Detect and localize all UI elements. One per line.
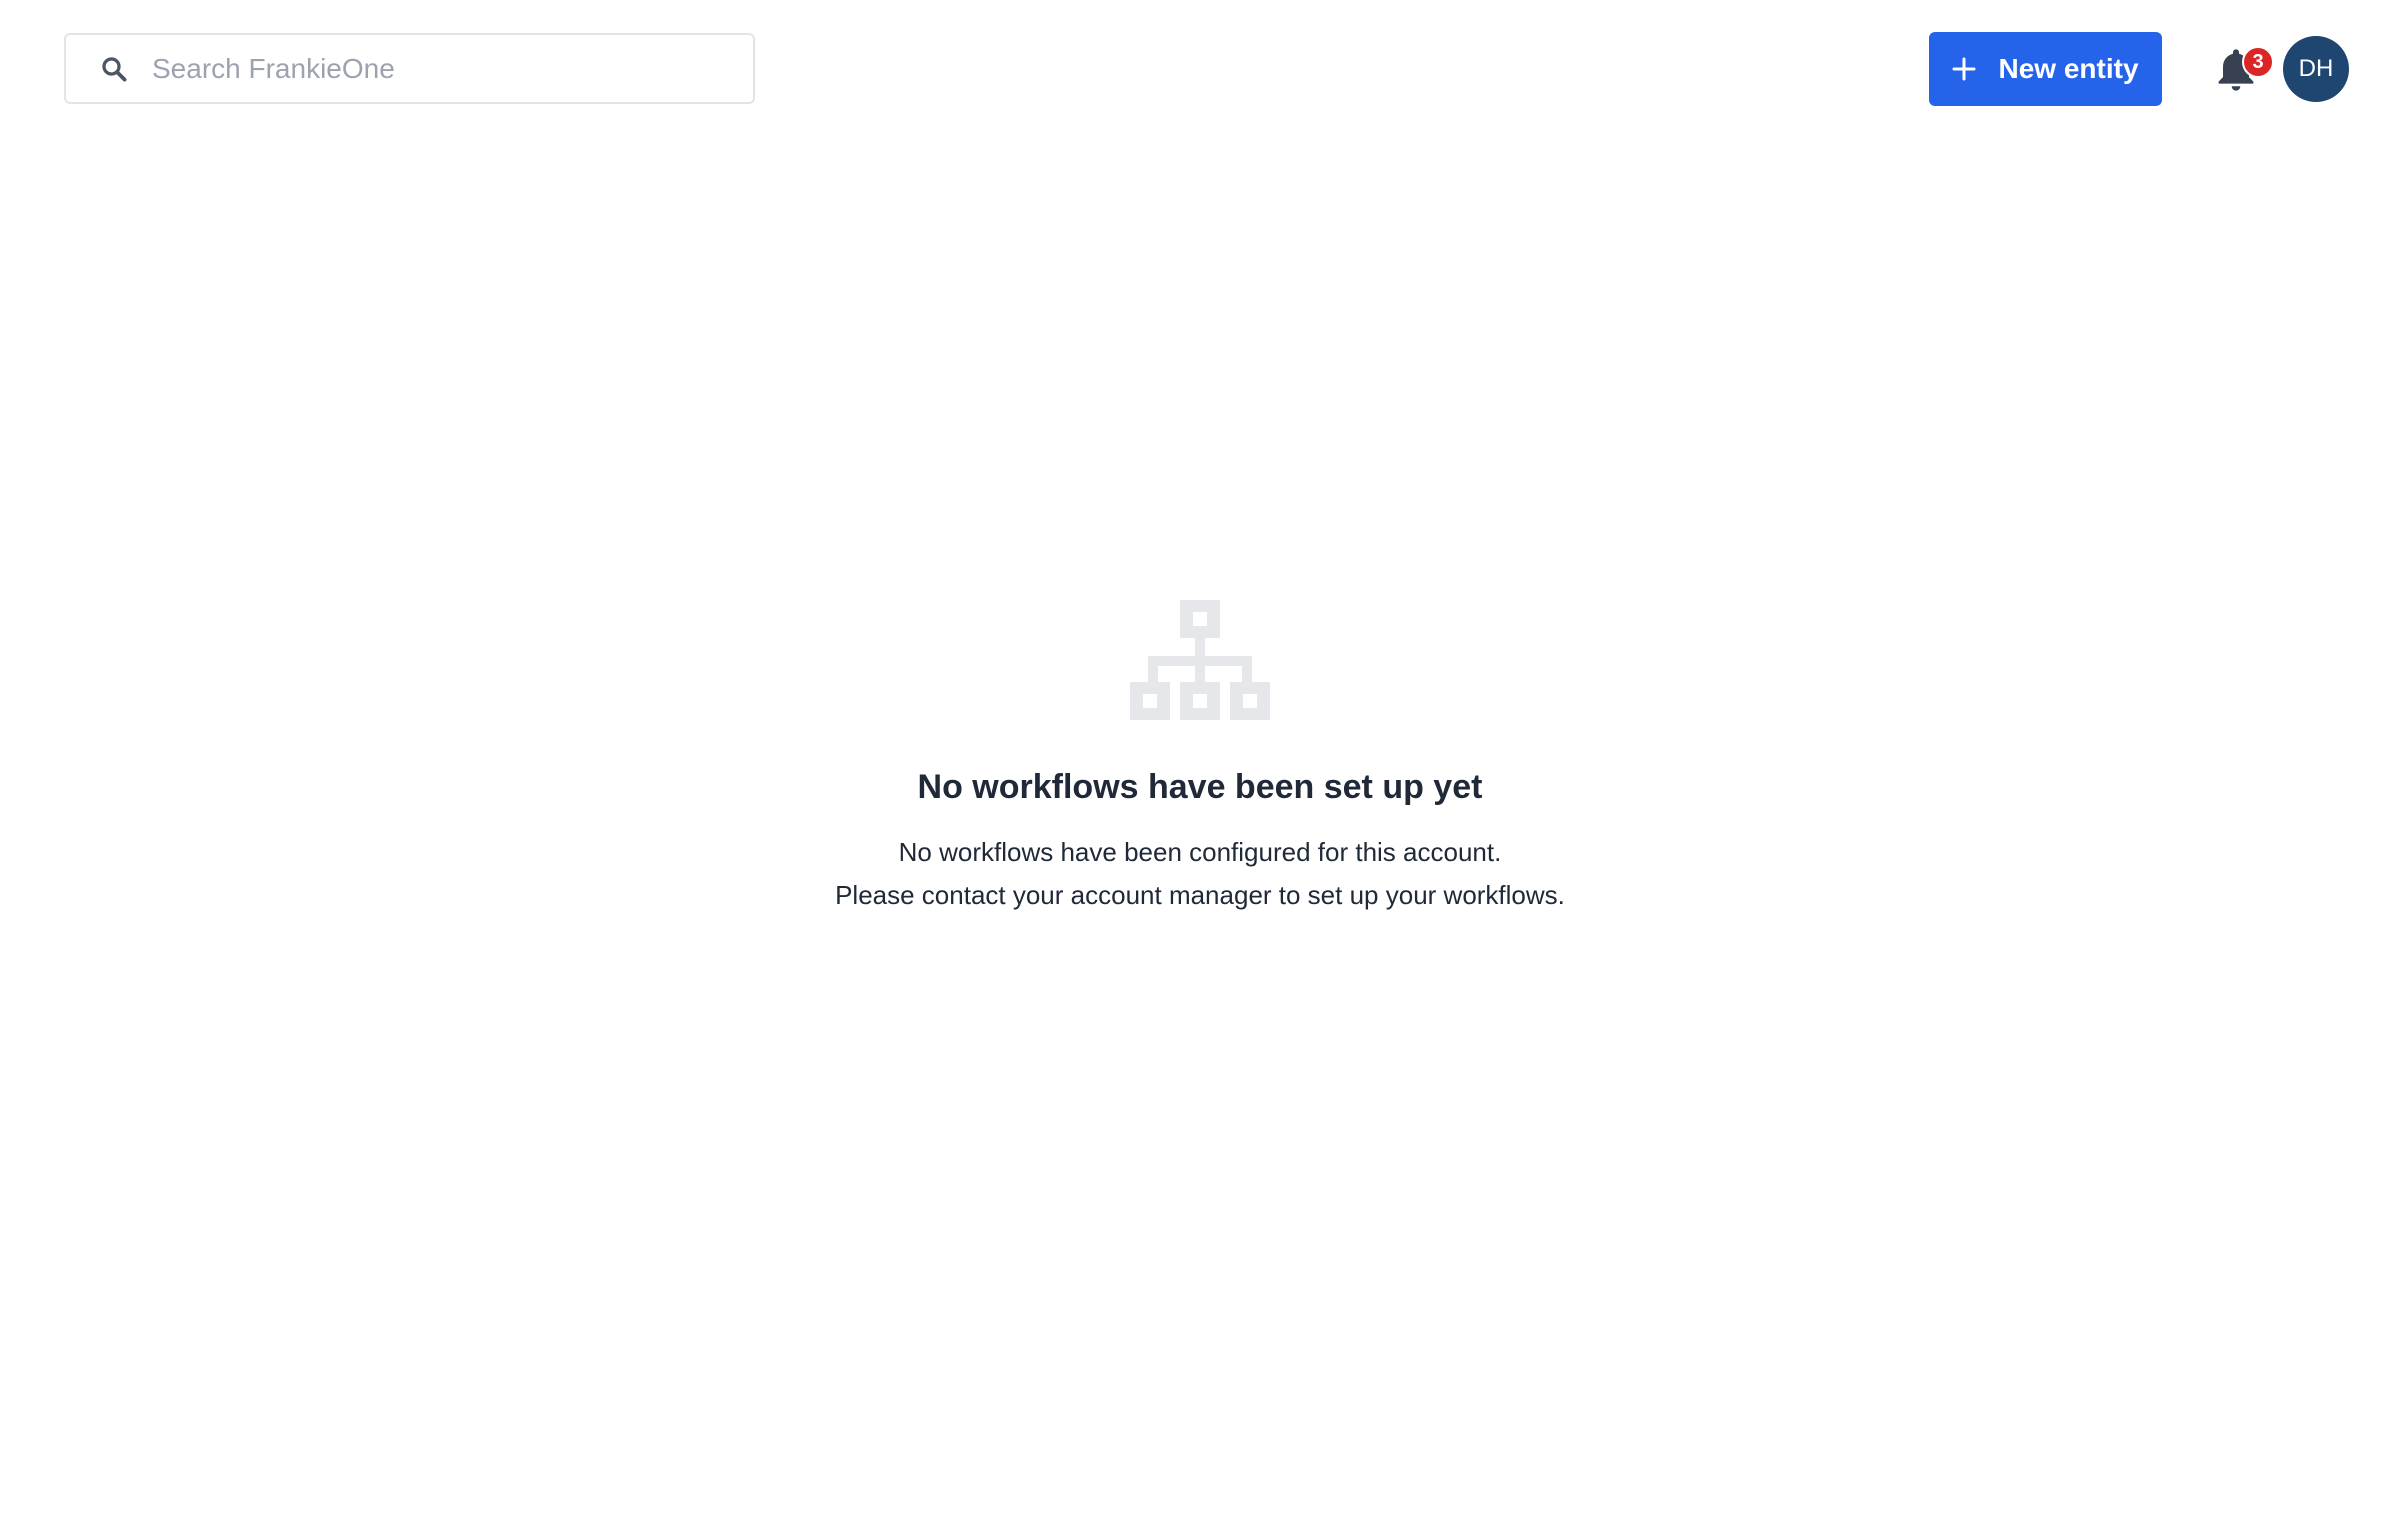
- new-entity-button[interactable]: New entity: [1929, 32, 2162, 106]
- empty-state-line-1: No workflows have been configured for th…: [898, 837, 1502, 867]
- workflow-hierarchy-icon: [1130, 600, 1270, 730]
- user-avatar[interactable]: DH: [2283, 36, 2349, 102]
- notification-badge: 3: [2242, 46, 2274, 78]
- search-input[interactable]: [150, 51, 714, 86]
- empty-state: No workflows have been set up yet No wor…: [0, 600, 2400, 917]
- empty-state-message: No workflows have been configured for th…: [0, 831, 2400, 917]
- search-box[interactable]: [64, 33, 755, 104]
- top-bar: New entity 3 DH: [0, 0, 2400, 140]
- new-entity-label: New entity: [1998, 53, 2139, 84]
- empty-state-line-2: Please contact your account manager to s…: [835, 880, 1565, 910]
- empty-state-title: No workflows have been set up yet: [917, 768, 1483, 806]
- search-icon: [96, 51, 132, 87]
- plus-icon: [1952, 57, 1976, 81]
